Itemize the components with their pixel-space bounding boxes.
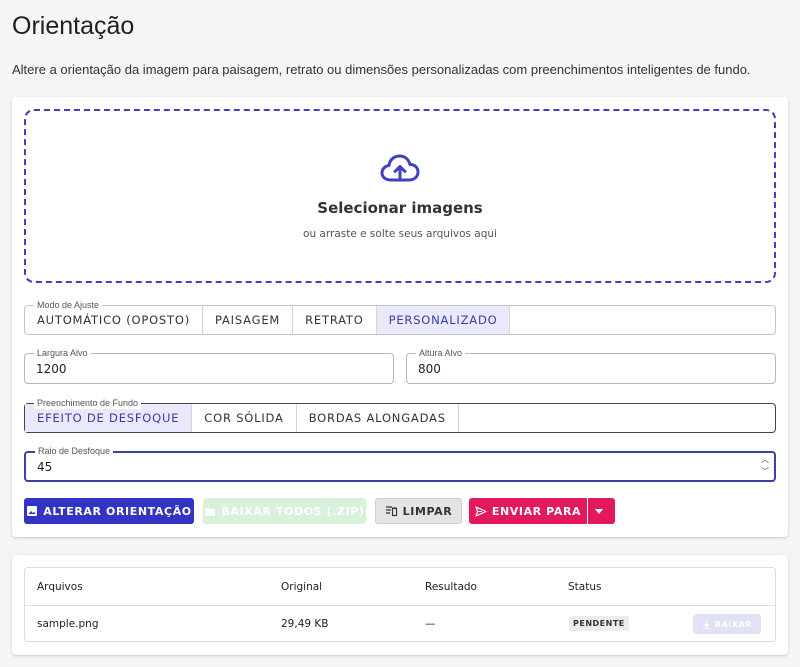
original-size: 29,49 KB (281, 618, 329, 630)
header-original: Original (281, 581, 323, 593)
fit-mode-group: Modo de Ajuste AUTOMÁTICO (OPOSTO) PAISA… (24, 299, 776, 335)
status-badge: PENDENTE (569, 616, 629, 631)
chevron-up-icon[interactable]: ︿ (761, 454, 769, 466)
background-fill-legend: Preenchimento de Fundo (34, 397, 142, 409)
send-to-menu-button[interactable] (588, 498, 615, 524)
target-width-value: 1200 (36, 362, 67, 376)
files-panel: Arquivos Original Resultado Status sampl… (12, 555, 788, 655)
fit-mode-landscape[interactable]: PAISAGEM (203, 306, 294, 334)
dropzone-subtitle: ou arraste e solte seus arquivos aqui (303, 228, 497, 240)
file-dropzone[interactable]: Selecionar imagens ou arraste e solte se… (24, 109, 776, 283)
clear-all-icon (385, 506, 397, 517)
page-title: Orientação (12, 12, 135, 40)
send-to-label: ENVIAR PARA (491, 504, 582, 518)
blur-radius-field[interactable]: Raio de Desfoque 45 ︿ ﹀ (24, 445, 776, 482)
blur-radius-label: Raio de Desfoque (35, 445, 114, 457)
download-button[interactable]: BAIXAR (693, 614, 761, 634)
target-width-label: Largura Alvo (34, 347, 91, 359)
send-icon (475, 505, 487, 517)
fit-mode-custom[interactable]: PERSONALIZADO (376, 306, 511, 334)
download-label: BAIXAR (714, 619, 753, 629)
blur-radius-value: 45 (37, 460, 53, 474)
file-name: sample.png (37, 618, 99, 630)
image-icon (27, 506, 38, 516)
target-height-label: Altura Alvo (416, 347, 466, 359)
fill-stretched-edges[interactable]: BORDAS ALONGADAS (297, 404, 459, 432)
orientation-panel: Selecionar imagens ou arraste e solte se… (12, 97, 788, 537)
target-height-value: 800 (418, 362, 441, 376)
target-width-field[interactable]: Largura Alvo 1200 (24, 347, 394, 384)
cloud-upload-icon (380, 154, 420, 182)
header-result: Resultado (425, 581, 477, 593)
folder-icon (205, 507, 216, 516)
change-orientation-button[interactable]: ALTERAR ORIENTAÇÃO (24, 498, 194, 524)
caret-down-icon (595, 508, 603, 514)
fit-mode-legend: Modo de Ajuste (34, 299, 103, 311)
download-all-zip-button[interactable]: BAIXAR TODOS (.ZIP) (203, 498, 366, 524)
clear-button[interactable]: LIMPAR (375, 498, 462, 524)
header-status: Status (568, 581, 602, 593)
chevron-down-icon[interactable]: ﹀ (761, 466, 769, 478)
page-description: Altere a orientação da imagem para paisa… (12, 62, 751, 77)
download-icon (702, 620, 710, 629)
change-orientation-label: ALTERAR ORIENTAÇÃO (43, 504, 192, 518)
fill-solid-color[interactable]: COR SÓLIDA (192, 404, 297, 432)
clear-label: LIMPAR (402, 504, 453, 518)
blur-radius-stepper[interactable]: ︿ ﹀ (760, 454, 770, 478)
target-height-field[interactable]: Altura Alvo 800 (406, 347, 776, 384)
dropzone-title: Selecionar imagens (317, 199, 483, 217)
download-all-label: BAIXAR TODOS (.ZIP) (221, 504, 365, 518)
result-size: — (425, 618, 436, 630)
send-to-button[interactable]: ENVIAR PARA (469, 498, 587, 524)
files-table: Arquivos Original Resultado Status sampl… (24, 567, 776, 642)
background-fill-group: Preenchimento de Fundo EFEITO DE DESFOQU… (24, 397, 776, 433)
fit-mode-portrait[interactable]: RETRATO (293, 306, 377, 334)
header-files: Arquivos (37, 581, 83, 593)
header-divider (25, 605, 775, 606)
